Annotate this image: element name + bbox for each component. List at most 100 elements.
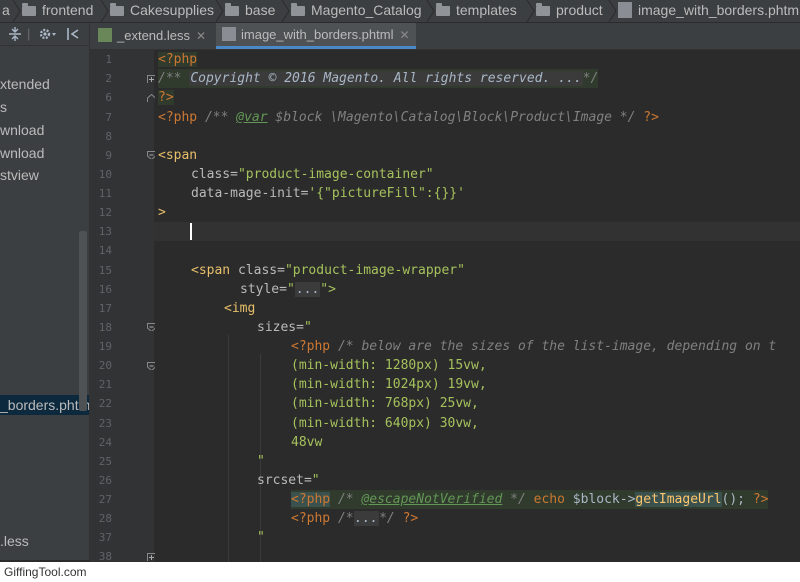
line-number: 27 — [98, 493, 112, 506]
chevron-right-icon — [606, 0, 618, 22]
breadcrumb-label: Magento_Catalog — [311, 2, 422, 18]
code-line: srcset=" — [257, 473, 320, 488]
tree-item-selected[interactable]: _borders.phtml — [0, 395, 89, 415]
code-line: <img — [224, 301, 256, 316]
line-number: 6 — [105, 91, 112, 104]
watermark-bar: GiffingTool.com — [0, 562, 800, 582]
line-number: 18 — [98, 321, 112, 334]
editor-tabs: _extend.less ✕ image_with_borders.phtml ✕ — [90, 23, 800, 50]
breadcrumb-item[interactable]: frontend — [22, 0, 93, 22]
folder-icon — [110, 3, 124, 16]
tree-item-label: .less — [0, 533, 29, 549]
code-line: <span — [158, 148, 198, 163]
code-line: <?php /* @escapeNotVerified */ echo $blo… — [291, 490, 769, 509]
close-icon[interactable]: ✕ — [399, 28, 409, 42]
code-line: /** Copyright © 2016 Magento. All rights… — [158, 69, 599, 88]
chevron-right-icon — [213, 0, 225, 22]
breadcrumb-label: base — [245, 2, 276, 18]
tree-item[interactable]: s — [0, 97, 7, 117]
tree-item[interactable]: wnload — [0, 120, 44, 140]
tree-item[interactable]: wnload — [0, 143, 44, 163]
code-line: <?php /** @var $block \Magento\Catalog\B… — [158, 110, 659, 125]
tree-item-label: xtended — [0, 76, 50, 92]
folder-icon — [436, 3, 450, 16]
line-number: 23 — [98, 417, 112, 430]
code-line: " — [257, 454, 265, 469]
line-number: 12 — [98, 206, 112, 219]
code-line: style="..."> — [240, 282, 336, 297]
breadcrumb-item[interactable]: image_with_borders.phtml — [618, 0, 800, 22]
chevron-right-icon — [279, 0, 291, 22]
breadcrumb-item[interactable]: product — [536, 0, 603, 22]
breadcrumb-item[interactable]: base — [225, 0, 275, 22]
code-line: > — [158, 205, 166, 220]
watermark: GiffingTool.com — [4, 565, 87, 579]
sidebar-scrollbar[interactable] — [79, 231, 87, 411]
code-line: ?> — [158, 90, 174, 105]
line-number: 9 — [105, 149, 112, 162]
tab-label: _extend.less — [117, 28, 190, 43]
line-number: 22 — [98, 397, 112, 410]
line-number: 20 — [98, 359, 112, 372]
code-line: <?php /* below are the sizes of the list… — [291, 339, 777, 354]
text-caret — [190, 223, 192, 240]
breadcrumb-item[interactable]: templates — [436, 0, 517, 22]
line-number: 19 — [98, 340, 112, 353]
code-line: <?php /*...*/ ?> — [291, 511, 419, 526]
hide-panel-icon[interactable] — [66, 26, 80, 42]
tab-label: image_with_borders.phtml — [241, 27, 394, 42]
code-line: 48vw — [291, 435, 323, 450]
line-number: 13 — [98, 225, 112, 238]
breadcrumb-item[interactable]: Cakesupplies — [110, 0, 214, 22]
line-number: 24 — [98, 436, 112, 449]
line-number: 15 — [98, 264, 112, 277]
line-number: 11 — [98, 187, 112, 200]
code-line: " — [257, 530, 265, 545]
tree-item[interactable]: .less — [0, 531, 29, 551]
close-icon[interactable]: ✕ — [196, 29, 206, 43]
line-number: 25 — [98, 455, 112, 468]
line-number: 16 — [98, 283, 112, 296]
toolbar-divider: | — [27, 26, 31, 41]
chevron-right-icon — [98, 0, 110, 22]
line-number: 21 — [98, 378, 112, 391]
tree-item[interactable]: xtended — [0, 74, 50, 94]
line-number: 1 — [105, 53, 112, 66]
sidebar-toolbar: | — [0, 23, 89, 46]
code-line: (min-width: 768px) 25vw, — [291, 396, 479, 411]
tree-item[interactable]: stview — [0, 165, 39, 185]
collapse-all-icon[interactable] — [8, 26, 22, 42]
current-line-highlight — [154, 222, 800, 241]
breadcrumb-item[interactable]: a — [2, 0, 10, 22]
line-number: 37 — [98, 531, 112, 544]
line-number: 26 — [98, 474, 112, 487]
code-line: class="product-image-container" — [191, 167, 434, 182]
line-number: 28 — [98, 512, 112, 525]
project-sidebar: | xtended s wnload wnload stview _border… — [0, 23, 90, 560]
breadcrumb-label: frontend — [42, 2, 94, 18]
chevron-right-icon — [424, 0, 436, 22]
folder-icon — [291, 3, 305, 16]
line-number: 14 — [98, 244, 112, 257]
tab-extend-less[interactable]: _extend.less ✕ — [98, 23, 206, 49]
folder-icon — [536, 3, 550, 16]
breadcrumb-label: a — [2, 2, 10, 18]
line-number: 8 — [105, 130, 112, 143]
breadcrumb-label: Cakesupplies — [130, 2, 215, 18]
code-line: <span class="product-image-wrapper" — [191, 263, 465, 278]
folder-icon — [22, 3, 36, 16]
tree-item-label: s — [0, 99, 7, 115]
line-number: 7 — [105, 111, 112, 124]
code-line: sizes=" — [257, 320, 312, 335]
tree-item-label: stview — [0, 167, 39, 183]
less-file-icon — [98, 28, 112, 42]
folder-icon — [225, 3, 239, 16]
breadcrumb-label: image_with_borders.phtml — [638, 2, 800, 18]
code-editor[interactable]: <?php /** Copyright © 2016 Magento. All … — [154, 50, 800, 562]
breadcrumb-label: product — [556, 2, 603, 18]
tab-image-with-borders[interactable]: image_with_borders.phtml ✕ — [216, 23, 416, 49]
code-line: <?php — [158, 52, 198, 67]
gear-icon[interactable] — [38, 26, 58, 42]
breadcrumb-item[interactable]: Magento_Catalog — [291, 0, 422, 22]
code-line: (min-width: 1280px) 15vw, — [291, 358, 487, 373]
